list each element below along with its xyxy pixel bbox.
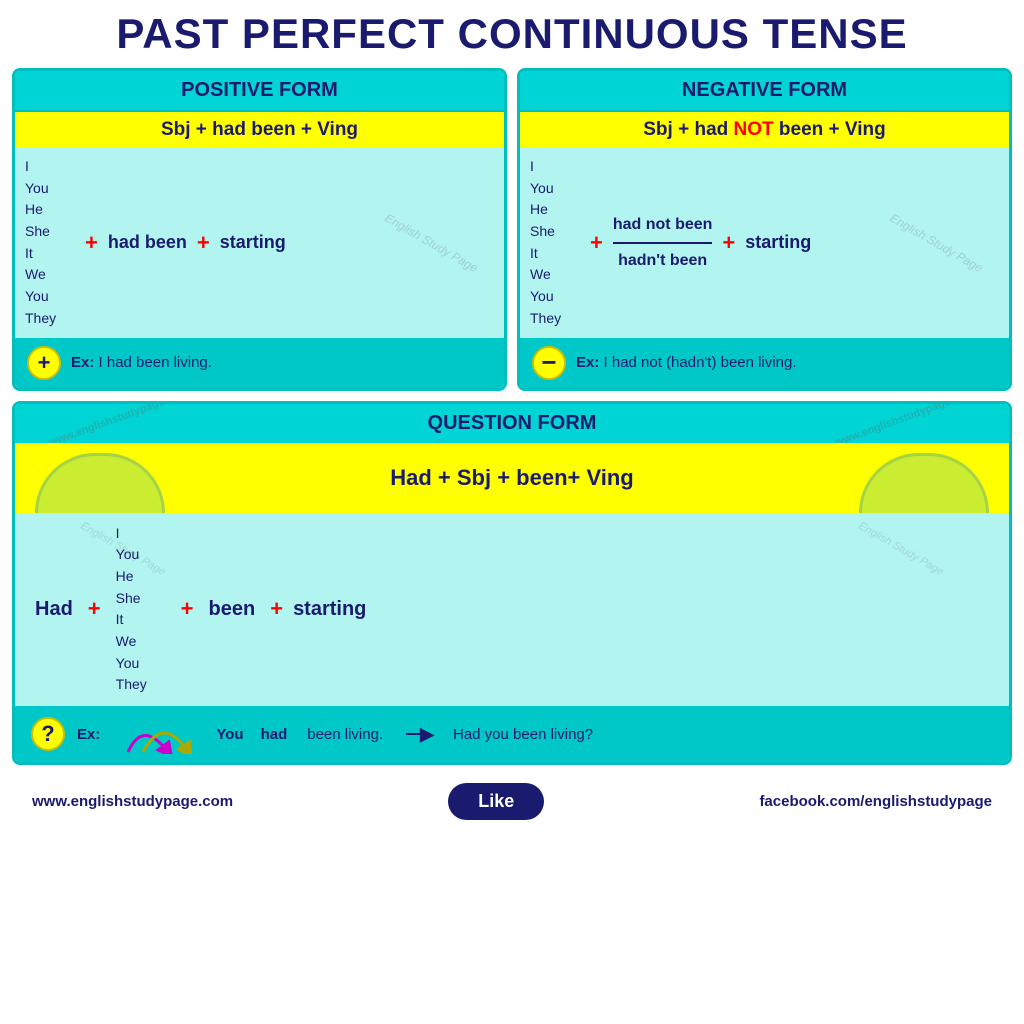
arch-arrows	[118, 714, 198, 754]
negative-formula-not: NOT	[734, 119, 774, 140]
negative-had-not-been: had not been	[613, 216, 713, 234]
negative-plus2: +	[722, 230, 735, 256]
question-ex-had: had	[261, 726, 288, 743]
negative-sign: −	[532, 346, 566, 380]
question-header-text: QUESTION FORM	[428, 412, 597, 434]
negative-hadnt-been: hadn't been	[618, 252, 707, 270]
question-ex-label-text: Ex:	[77, 726, 100, 743]
positive-pronouns: IYouHeSheItWeYouThey	[25, 156, 75, 330]
negative-formula: Sbj + had NOT been + Ving	[520, 112, 1009, 148]
question-sign: ?	[31, 717, 65, 751]
question-example-bar: ? Ex:	[15, 706, 1009, 762]
question-formula: Had + Sbj + been+ Ving	[390, 465, 634, 491]
question-header: www.englishstudypage.com QUESTION FORM w…	[15, 404, 1009, 443]
top-row: POSITIVE FORM Sbj + had been + Ving IYou…	[12, 68, 1012, 391]
negative-example: Ex: I had not (hadn't) been living.	[576, 354, 797, 371]
negative-content: IYouHeSheItWeYouThey + had not been hadn…	[520, 148, 1009, 338]
footer-facebook: facebook.com/englishstudypage	[759, 793, 992, 810]
page: PAST PERFECT CONTINUOUS TENSE POSITIVE F…	[0, 0, 1024, 1024]
like-button[interactable]: Like	[448, 783, 544, 820]
negative-divider	[613, 242, 713, 244]
question-plus3: +	[270, 596, 283, 622]
question-formula-bar: Had + Sbj + been+ Ving	[15, 443, 1009, 513]
question-ex-rest: been living.	[307, 726, 383, 743]
arch-left	[35, 453, 165, 513]
negative-ex-text: I had not (hadn't) been living.	[604, 354, 797, 371]
question-plus1: +	[88, 596, 101, 622]
positive-section: POSITIVE FORM Sbj + had been + Ving IYou…	[12, 68, 507, 391]
question-pronouns: IYouHeSheItWeYouThey	[116, 523, 166, 697]
negative-formula-end: been + Ving	[774, 119, 886, 140]
question-been: been	[209, 598, 256, 621]
positive-had-been: had been	[108, 232, 187, 253]
negative-watermark: English Study Page	[888, 211, 986, 275]
positive-plus2: +	[197, 230, 210, 256]
footer-website: www.englishstudypage.com	[32, 793, 233, 810]
positive-ex-text: I had been living.	[99, 354, 212, 371]
positive-plus1: +	[85, 230, 98, 256]
negative-pronouns: IYouHeSheItWeYouThey	[530, 156, 580, 330]
question-ex-had-text: had	[261, 726, 288, 743]
question-section: www.englishstudypage.com QUESTION FORM w…	[12, 401, 1012, 766]
positive-example-bar: + Ex: I had been living.	[15, 338, 504, 388]
question-had: Had	[35, 598, 73, 621]
positive-formula: Sbj + had been + Ving	[15, 112, 504, 148]
negative-starting: starting	[745, 232, 811, 253]
negative-had-block: had not been hadn't been	[613, 216, 713, 270]
negative-ex-label: Ex:	[576, 354, 599, 371]
positive-example: Ex: I had been living.	[71, 354, 212, 371]
dashed-arrow: −−▶	[405, 724, 431, 745]
question-plus2: +	[181, 596, 194, 622]
positive-content: IYouHeSheItWeYouThey + had been + starti…	[15, 148, 504, 338]
positive-starting: starting	[220, 232, 286, 253]
negative-header: NEGATIVE FORM	[520, 71, 1009, 112]
question-watermark-right: English Study Page	[856, 519, 945, 577]
question-ex-result: Had you been living?	[453, 726, 593, 743]
positive-watermark: English Study Page	[383, 211, 481, 275]
question-starting: starting	[293, 598, 366, 621]
q-wm-header-right: www.englishstudypage.com	[834, 401, 977, 449]
positive-ex-label: Ex:	[71, 354, 94, 371]
question-ex-you: You	[216, 726, 243, 743]
question-ex-you-text: You	[216, 726, 243, 743]
negative-formula-start: Sbj + had	[643, 119, 733, 140]
question-content: Had + IYouHeSheItWeYouThey + been + star…	[15, 513, 1009, 707]
negative-section: NEGATIVE FORM Sbj + had NOT been + Ving …	[517, 68, 1012, 391]
negative-plus1: +	[590, 230, 603, 256]
arch-right	[859, 453, 989, 513]
negative-example-bar: − Ex: I had not (hadn't) been living.	[520, 338, 1009, 388]
question-ex-label: Ex:	[77, 726, 100, 743]
q-wm-header-left: www.englishstudypage.com	[47, 401, 190, 449]
footer: www.englishstudypage.com Like facebook.c…	[12, 775, 1012, 828]
positive-header: POSITIVE FORM	[15, 71, 504, 112]
arrow-svg	[118, 714, 198, 754]
positive-sign: +	[27, 346, 61, 380]
page-title: PAST PERFECT CONTINUOUS TENSE	[12, 10, 1012, 58]
